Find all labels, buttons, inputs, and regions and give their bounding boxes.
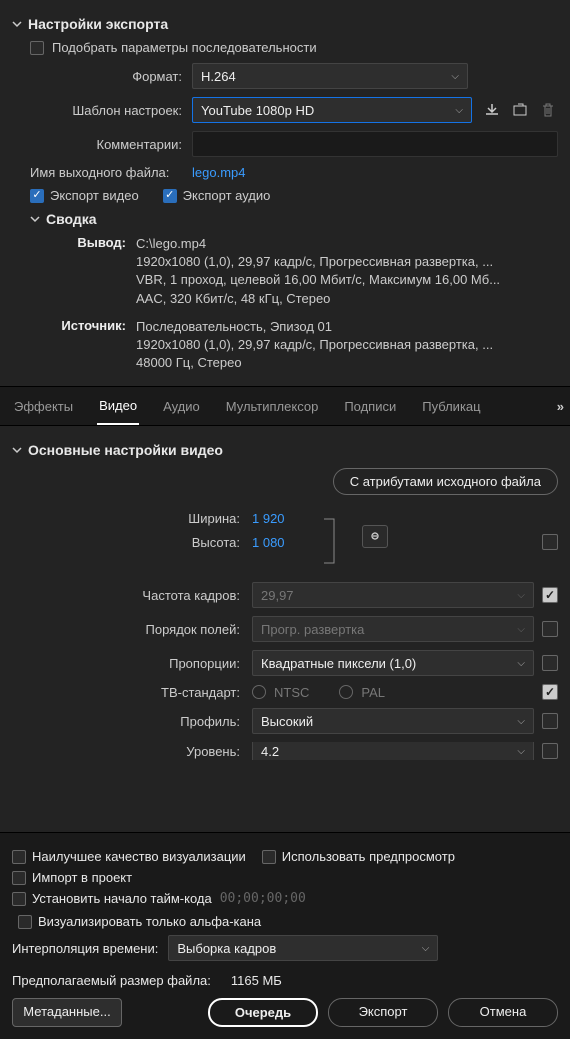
metadata-button[interactable]: Метаданные... [12,998,122,1027]
width-label: Ширина: [12,511,252,526]
chevron-down-icon: ⌵ [517,716,525,727]
chevron-down-icon: ⌵ [517,746,525,757]
pal-radio[interactable] [339,685,353,699]
comments-input[interactable] [192,131,558,157]
cancel-button[interactable]: Отмена [448,998,558,1027]
chevron-down-icon: ⌵ [451,71,459,82]
tv-standard-lock-checkbox[interactable] [542,684,558,700]
time-interp-select[interactable]: Выборка кадров ⌵ [168,935,438,961]
fps-label: Частота кадров: [12,588,252,603]
profile-label: Профиль: [12,714,252,729]
tab-video[interactable]: Видео [97,388,139,425]
summary-header[interactable]: Сводка [30,211,558,227]
timecode-value[interactable]: 00;00;00;00 [220,891,306,906]
summary-source-body: Последовательность, Эпизод 01 1920x1080 … [136,318,558,373]
height-value[interactable]: 1 080 [252,535,285,550]
set-timecode-checkbox[interactable] [12,892,26,906]
alpha-only-label: Визуализировать только альфа-кана [38,914,261,929]
link-bracket-icon [322,511,342,571]
save-preset-icon[interactable] [482,100,502,120]
level-label: Уровень: [12,744,252,759]
link-dimensions-icon[interactable] [362,525,388,548]
chevron-down-icon: ⌵ [422,943,430,954]
export-audio-checkbox[interactable] [163,189,177,203]
set-timecode-label: Установить начало тайм-кода [32,891,212,906]
time-interp-label: Интерполяция времени: [12,941,158,956]
best-quality-label: Наилучшее качество визуализации [32,849,246,864]
alpha-only-checkbox[interactable] [18,915,32,929]
video-settings-title: Основные настройки видео [28,442,223,458]
aspect-label: Пропорции: [12,656,252,671]
format-value: H.264 [201,69,236,84]
preset-value: YouTube 1080p HD [201,103,314,118]
aspect-select[interactable]: Квадратные пиксели (1,0) ⌵ [252,650,534,676]
match-sequence-checkbox[interactable] [30,41,44,55]
dimensions-lock-checkbox[interactable] [542,534,558,550]
use-preview-label: Использовать предпросмотр [282,849,455,864]
aspect-lock-checkbox[interactable] [542,655,558,671]
video-settings-header[interactable]: Основные настройки видео [12,442,558,458]
field-order-label: Порядок полей: [12,622,252,637]
format-select[interactable]: H.264 ⌵ [192,63,468,89]
export-audio-label: Экспорт аудио [183,188,271,203]
import-preset-icon[interactable] [510,100,530,120]
export-settings-header[interactable]: Настройки экспорта [12,16,558,32]
est-size-value: 1165 МБ [231,973,282,988]
output-name-link[interactable]: lego.mp4 [192,165,245,180]
tabs-bar: Эффекты Видео Аудио Мультиплексор Подпис… [0,386,570,426]
fps-select[interactable]: 29,97 ⌵ [252,582,534,608]
level-lock-checkbox[interactable] [542,743,558,759]
match-source-button[interactable]: С атрибутами исходного файла [333,468,558,495]
chevron-down-icon [30,214,40,224]
export-button[interactable]: Экспорт [328,998,438,1027]
export-video-checkbox[interactable] [30,189,44,203]
more-tabs-icon[interactable]: » [557,399,564,414]
tab-effects[interactable]: Эффекты [12,389,75,424]
import-project-checkbox[interactable] [12,871,26,885]
summary-output-body: C:\lego.mp4 1920x1080 (1,0), 29,97 кадр/… [136,235,558,308]
tv-standard-label: ТВ-стандарт: [12,685,252,700]
chevron-down-icon [12,445,22,455]
ntsc-radio[interactable] [252,685,266,699]
delete-preset-icon[interactable] [538,100,558,120]
profile-lock-checkbox[interactable] [542,713,558,729]
chevron-down-icon [12,19,22,29]
width-value[interactable]: 1 920 [252,511,285,526]
import-project-label: Импорт в проект [32,870,132,885]
chevron-down-icon: ⌵ [517,624,525,635]
fps-lock-checkbox[interactable] [542,587,558,603]
export-settings-title: Настройки экспорта [28,16,168,32]
export-video-label: Экспорт видео [50,188,139,203]
tab-audio[interactable]: Аудио [161,389,202,424]
queue-button[interactable]: Очередь [208,998,318,1027]
use-preview-checkbox[interactable] [262,850,276,864]
summary-output-label: Вывод: [20,235,136,250]
ntsc-label: NTSC [274,685,309,700]
summary-source-label: Источник: [20,318,136,333]
field-order-select[interactable]: Прогр. развертка ⌵ [252,616,534,642]
field-order-lock-checkbox[interactable] [542,621,558,637]
chevron-down-icon: ⌵ [517,590,525,601]
output-name-label: Имя выходного файла: [12,165,192,180]
match-sequence-label: Подобрать параметры последовательности [52,40,317,55]
est-size-label: Предполагаемый размер файла: [12,973,211,988]
preset-select[interactable]: YouTube 1080p HD ⌵ [192,97,472,123]
level-select[interactable]: 4.2 ⌵ [252,742,534,760]
tab-muxer[interactable]: Мультиплексор [224,389,321,424]
tab-publish[interactable]: Публикац [420,389,482,424]
preset-label: Шаблон настроек: [12,103,192,118]
summary-title: Сводка [46,211,97,227]
profile-select[interactable]: Высокий ⌵ [252,708,534,734]
best-quality-checkbox[interactable] [12,850,26,864]
chevron-down-icon: ⌵ [455,105,463,116]
chevron-down-icon: ⌵ [517,658,525,669]
tab-captions[interactable]: Подписи [342,389,398,424]
format-label: Формат: [12,69,192,84]
comments-label: Комментарии: [12,137,192,152]
height-label: Высота: [12,535,252,550]
pal-label: PAL [361,685,385,700]
